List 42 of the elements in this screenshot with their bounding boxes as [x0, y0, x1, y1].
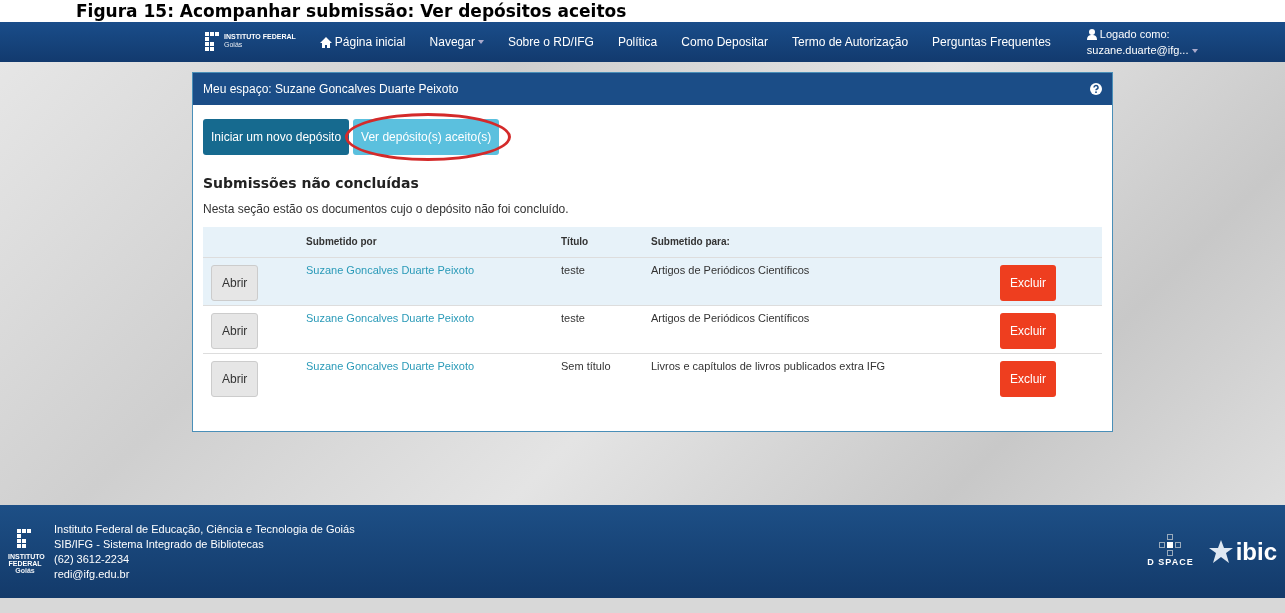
table-cell: Sem título	[561, 359, 611, 372]
help-icon[interactable]	[1090, 83, 1102, 95]
column-header: Título	[553, 227, 643, 257]
home-icon	[319, 36, 332, 48]
footer-text: SIB/IFG - Sistema Integrado de Bibliotecas	[54, 536, 265, 552]
open-button[interactable]: Abrir	[211, 312, 259, 349]
open-button[interactable]: Abrir	[211, 360, 259, 397]
nav-link[interactable]: Navegar	[429, 33, 484, 51]
table-cell: teste	[561, 263, 585, 276]
footer-text: redi@ifg.edu.br	[54, 566, 131, 582]
dspace-logo-icon	[1159, 533, 1182, 556]
logo-icon	[205, 32, 221, 52]
button[interactable]: Iniciar um novo depósito	[203, 119, 350, 155]
user-menu[interactable]: Logado como: suzane.duarte@ifg...	[1086, 25, 1198, 59]
figure-caption: Figura 15: Acompanhar submissão: Ver depósitos aceitos	[75, 0, 627, 22]
delete-button[interactable]: Excluir	[1000, 360, 1056, 397]
nav-link[interactable]: Termo de Autorização	[792, 33, 909, 51]
table-cell: teste	[561, 311, 585, 324]
table-cell: Livros e capítulos de livros publicados extra IFG	[651, 359, 886, 372]
nav-link[interactable]: Perguntas Frequentes	[932, 33, 1051, 51]
delete-button[interactable]: Excluir	[1000, 312, 1056, 349]
panel-title: Meu espaço: Suzane Goncalves Duarte Peixoto	[203, 81, 459, 98]
column-header: Submetido por	[298, 227, 553, 257]
nav-link[interactable]: Sobre o RD/IFG	[507, 33, 594, 51]
nav-link[interactable]: Política	[617, 33, 658, 51]
logo-icon	[17, 529, 33, 549]
table-cell: Artigos de Periódicos Científicos	[651, 311, 810, 324]
nav-link[interactable]: Como Depositar	[681, 33, 768, 51]
caret-icon	[1191, 49, 1198, 54]
delete-button[interactable]: Excluir	[1000, 264, 1056, 301]
footer-text: (62) 3612-2234	[54, 551, 131, 567]
description: Nesta seção estão os documentos cujo o depósito não foi concluído.	[203, 201, 570, 218]
partner-logo-text: ibic	[1235, 536, 1277, 567]
section-title: Submissões não concluídas	[203, 174, 420, 193]
open-button[interactable]: Abrir	[211, 264, 259, 301]
footer-text: Instituto Federal de Educação, Ciência e Tecnologia de Goiás	[54, 521, 355, 537]
nav-link[interactable]: Página inicial	[319, 33, 406, 51]
star-logo-icon	[1207, 538, 1234, 565]
user-icon	[1086, 29, 1097, 41]
partner-logo-text: D SPACE	[1147, 555, 1194, 569]
column-header: Submetido para:	[643, 227, 992, 257]
table-cell: Artigos de Periódicos Científicos	[651, 263, 810, 276]
